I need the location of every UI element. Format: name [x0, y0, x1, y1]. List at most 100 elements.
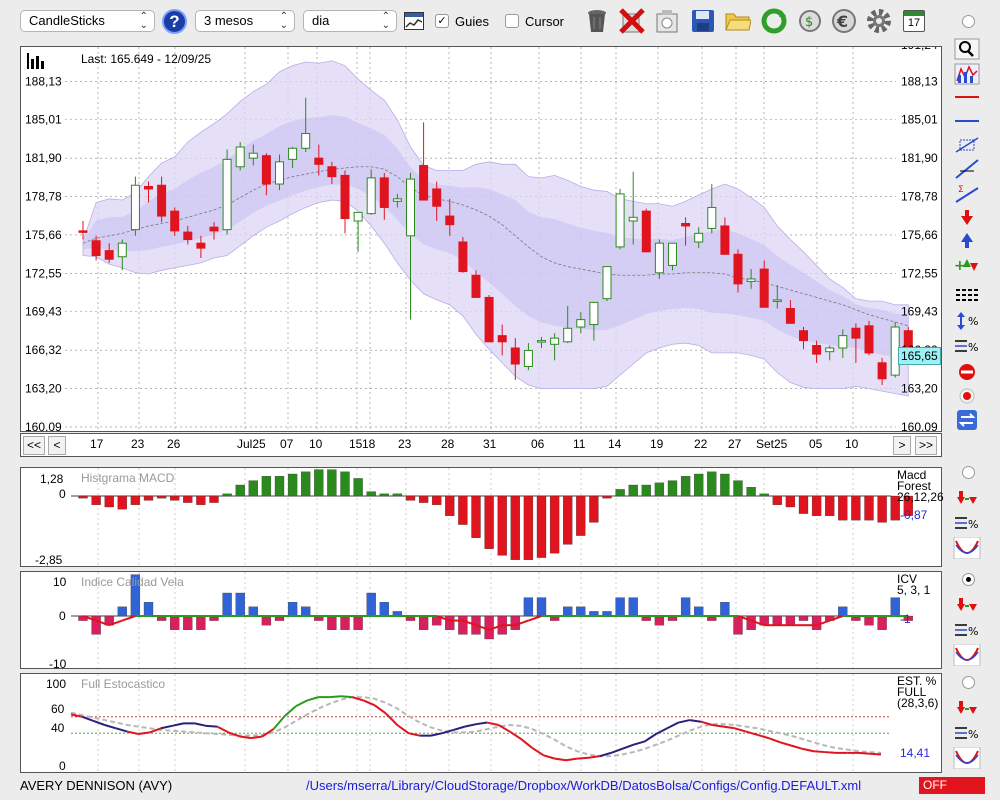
- stoch-lines-percent-button[interactable]: %: [950, 722, 984, 744]
- red-arrow-down-icon: [961, 210, 973, 225]
- icv-lines-percent-button[interactable]: %: [950, 619, 984, 641]
- x-axis-label: Jul25: [237, 437, 266, 451]
- main-chart-panel[interactable]: 188,13 188,13 185,01 185,01 181,90 181,90 178,…: [20, 38, 942, 434]
- red-arrow-down-button[interactable]: [950, 206, 984, 228]
- forbid-button[interactable]: [950, 361, 984, 383]
- chart-style-button[interactable]: [950, 63, 984, 85]
- swap-button[interactable]: [950, 409, 984, 431]
- candle-body: [523, 349, 533, 367]
- stoch-k-segment: [734, 727, 747, 733]
- x-axis-label: 10: [309, 437, 323, 451]
- delete-button[interactable]: [617, 6, 647, 36]
- macd-bar: [615, 489, 625, 497]
- sync-button[interactable]: $: [795, 6, 825, 36]
- add-indicator-button[interactable]: +: [950, 254, 984, 276]
- interval-select[interactable]: dia ⌃ ⌄: [303, 10, 397, 32]
- macd-ytick-top: 1,28: [40, 472, 64, 486]
- chart-settings-icon[interactable]: [404, 12, 424, 30]
- icv-bar: [576, 606, 586, 617]
- scale-percent-icon: %: [957, 312, 978, 330]
- zoom-button[interactable]: [950, 38, 984, 60]
- chevron-updown-icon: ⌃ ⌄: [139, 11, 148, 31]
- icv-bar: [183, 615, 193, 630]
- trash-icon: [588, 10, 606, 32]
- help-button[interactable]: ?: [162, 9, 187, 34]
- trendline-button[interactable]: [950, 158, 984, 180]
- nav-first-button[interactable]: <<: [23, 436, 45, 455]
- stoch-k-segment: [284, 705, 297, 717]
- open-button[interactable]: [723, 6, 753, 36]
- macd-panel[interactable]: Histgrama MACD 1,28 0 -2,85 Macd Forest …: [20, 467, 944, 567]
- refresh-button[interactable]: [759, 6, 789, 36]
- blue-arrow-up-button[interactable]: [950, 230, 984, 252]
- blue-arrow-up-icon: [961, 233, 973, 248]
- stoch-k-segment: [520, 738, 533, 749]
- scale-percent-button[interactable]: %: [950, 310, 984, 332]
- stoch-k-segment: [363, 699, 376, 707]
- stoch-panel-radio[interactable]: [962, 676, 975, 689]
- macd-value: -0,87: [900, 508, 928, 522]
- icv-panel-radio[interactable]: [962, 573, 975, 586]
- macd-bar: [353, 478, 363, 497]
- save-button[interactable]: [688, 6, 718, 36]
- macd-bar: [156, 495, 167, 499]
- stoch-color-arrows-button[interactable]: [950, 697, 984, 719]
- channel-button[interactable]: Σ: [950, 182, 984, 204]
- icv-curve-button[interactable]: [950, 644, 984, 666]
- lines-percent-button[interactable]: %: [950, 335, 984, 357]
- calendar-button[interactable]: 17: [899, 6, 929, 36]
- svg-text:Σ: Σ: [958, 185, 964, 195]
- chart-mode-icon[interactable]: [27, 53, 45, 69]
- chart-type-value: CandleSticks: [29, 13, 105, 28]
- red-hline-button[interactable]: [950, 86, 984, 108]
- macd-bar: [327, 469, 337, 497]
- macd-bar: [720, 473, 730, 497]
- macd-lines-percent-button[interactable]: %: [950, 512, 984, 534]
- record-button[interactable]: [652, 6, 682, 36]
- grid-lines-button[interactable]: [950, 284, 984, 306]
- main-panel-radio[interactable]: [962, 15, 975, 28]
- stoch-panel[interactable]: Full Estocastico 100 60 40 0 EST. % FULL…: [20, 673, 942, 773]
- cursor-checkbox[interactable]: [505, 14, 519, 28]
- settings-button[interactable]: [864, 6, 894, 36]
- macd-panel-radio[interactable]: [962, 466, 975, 479]
- app-window: CandleSticks ⌃ ⌄ ? 3 mesos ⌃ ⌄ dia ⌃ ⌄ ✓ Gu…: [0, 0, 1000, 800]
- off-status-badge[interactable]: OFF: [919, 777, 985, 794]
- macd-bar: [746, 487, 756, 497]
- time-navigation-bar[interactable]: << < 17 23 26 Jul25 07 10 15 18 23 28 31 06 11 14 19 22…: [20, 433, 942, 457]
- nav-prev-button[interactable]: <: [48, 436, 66, 455]
- macd-title: Histgrama MACD: [81, 471, 175, 485]
- x-axis-label: 23: [398, 437, 412, 451]
- macd-bar: [196, 495, 206, 505]
- trash-button[interactable]: [582, 6, 612, 36]
- candle-body: [537, 340, 546, 343]
- refresh-icon: [761, 8, 787, 34]
- candle-body: [406, 178, 415, 237]
- macd-color-arrows-button[interactable]: [950, 487, 984, 509]
- icv-panel[interactable]: Indice Calidad Vela 10 0 -10 ICV 5, 3, 1…: [20, 571, 942, 671]
- macd-curve-button[interactable]: [950, 537, 984, 559]
- interval-value: dia: [312, 13, 330, 28]
- stoch-k-segment: [633, 740, 646, 746]
- record-dot-button[interactable]: [950, 385, 984, 407]
- icv-color-arrows-button[interactable]: [950, 594, 984, 616]
- currency-button[interactable]: €: [829, 6, 859, 36]
- icv-bar: [510, 615, 520, 630]
- stoch-k-segment: [272, 715, 286, 730]
- chart-type-select[interactable]: CandleSticks ⌃ ⌄: [20, 10, 155, 32]
- blue-hline-button[interactable]: [950, 110, 984, 132]
- stoch-curve-button[interactable]: [950, 747, 984, 769]
- candle-body: [851, 327, 861, 339]
- config-path-link[interactable]: /Users/mserra/Library/CloudStorage/Dropb…: [306, 778, 861, 793]
- nav-next-button[interactable]: >: [893, 436, 911, 455]
- guies-checkbox[interactable]: ✓: [435, 14, 449, 28]
- macd-bar: [222, 493, 232, 497]
- nav-last-button[interactable]: >>: [915, 436, 937, 455]
- sync-dollar-icon: $: [799, 10, 821, 32]
- svg-text:€: €: [836, 12, 848, 31]
- period-select[interactable]: 3 mesos ⌃ ⌄: [195, 10, 295, 32]
- icv-bar: [864, 615, 874, 626]
- fibonacci-button[interactable]: [950, 134, 984, 156]
- stoch-k-segment: [340, 695, 353, 699]
- candle-body: [471, 274, 481, 298]
